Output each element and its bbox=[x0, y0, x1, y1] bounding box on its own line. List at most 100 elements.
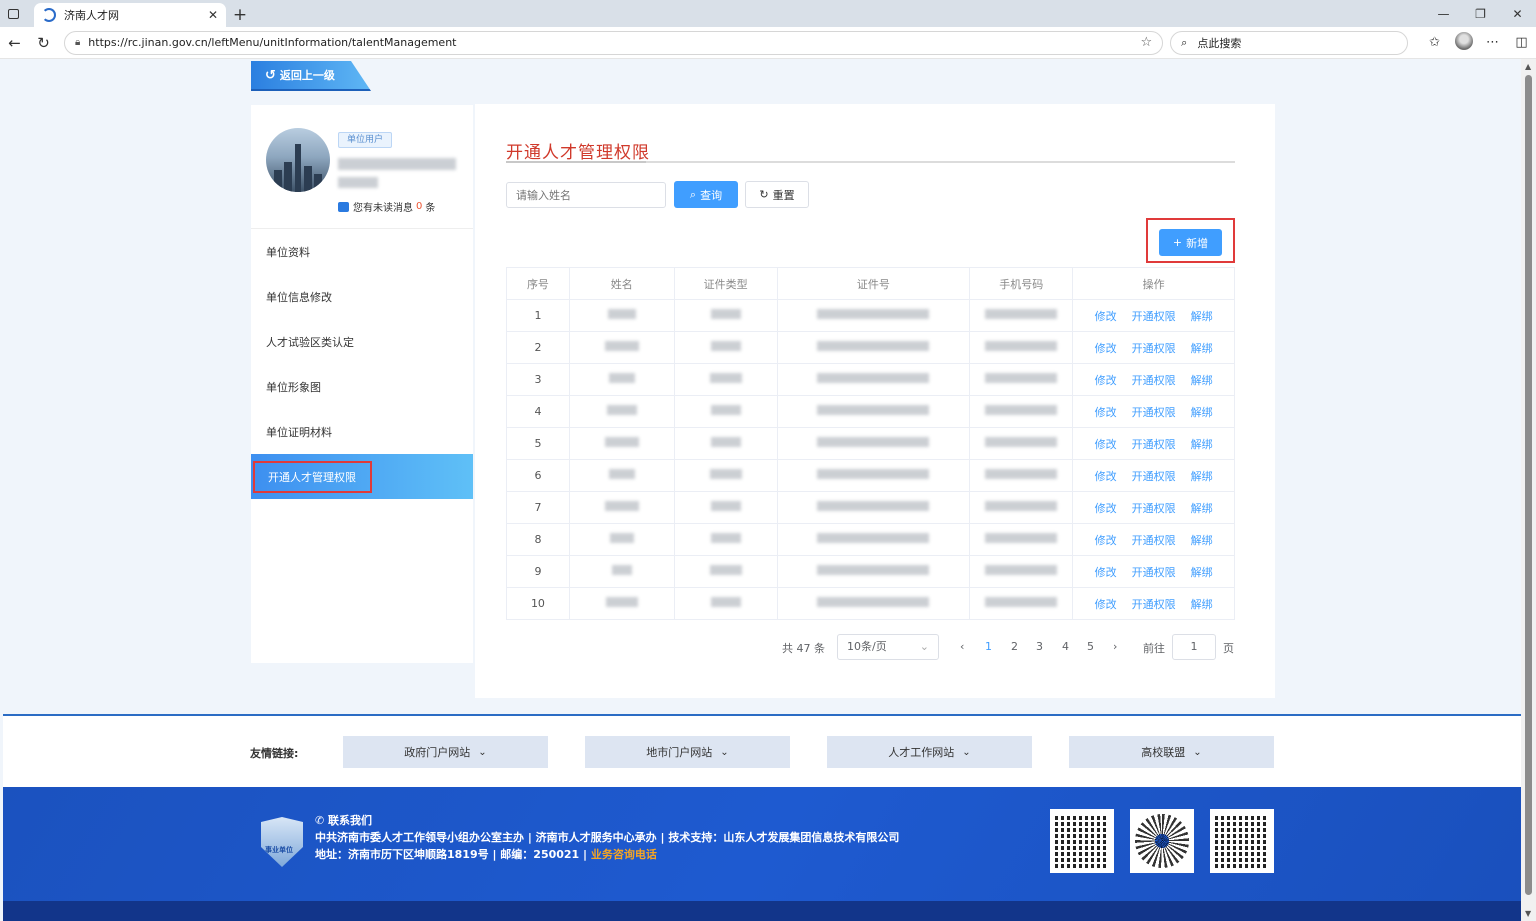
unbind-link[interactable]: 解绑 bbox=[1191, 436, 1213, 452]
edit-link[interactable]: 修改 bbox=[1095, 468, 1117, 484]
grant-permission-link[interactable]: 开通权限 bbox=[1132, 596, 1176, 612]
edit-link[interactable]: 修改 bbox=[1095, 500, 1117, 516]
page-scrollbar[interactable]: ▲ ▼ bbox=[1521, 59, 1536, 921]
cell-actions: 修改 开通权限 解绑 bbox=[1072, 459, 1235, 492]
cell-id-type-redacted bbox=[673, 587, 778, 620]
query-button[interactable]: ⌕ 查询 bbox=[674, 181, 738, 208]
edit-link[interactable]: 修改 bbox=[1095, 564, 1117, 580]
grant-permission-link[interactable]: 开通权限 bbox=[1132, 404, 1176, 420]
add-button[interactable]: + 新增 bbox=[1159, 229, 1222, 256]
page-title: 开通人才管理权限 bbox=[506, 143, 650, 163]
back-arrow-icon[interactable]: ← bbox=[0, 27, 29, 59]
city-portal-dropdown[interactable]: 地市门户网站 ⌄ bbox=[585, 736, 790, 768]
browser-toolbar: ✩ ⋯ ◫ bbox=[1420, 31, 1536, 54]
talent-site-dropdown[interactable]: 人才工作网站 ⌄ bbox=[827, 736, 1032, 768]
sidebar-toggle-icon[interactable]: ◫ bbox=[1507, 35, 1536, 50]
address-bar-row: ← ↻ 🔒︎ https://rc.jinan.gov.cn/leftMenu/… bbox=[0, 27, 1536, 59]
cell-id-type-redacted bbox=[673, 363, 778, 396]
favorite-star-icon[interactable]: ☆ bbox=[1141, 35, 1153, 50]
unbind-link[interactable]: 解绑 bbox=[1191, 564, 1213, 580]
page-suffix: 页 bbox=[1223, 642, 1234, 655]
grant-permission-link[interactable]: 开通权限 bbox=[1132, 436, 1176, 452]
unbind-link[interactable]: 解绑 bbox=[1191, 500, 1213, 516]
edit-link[interactable]: 修改 bbox=[1095, 596, 1117, 612]
sidebar-item-label: 开通人才管理权限 bbox=[253, 460, 372, 493]
sidebar-item-unit-image[interactable]: 单位形象图 bbox=[251, 364, 473, 409]
scrollbar-thumb[interactable] bbox=[1525, 75, 1532, 895]
browser-tab[interactable]: 济南人才网 ✕ bbox=[34, 3, 226, 27]
restore-button[interactable]: ❐ bbox=[1462, 0, 1499, 27]
sidebar-item-unit-info[interactable]: 单位资料 bbox=[251, 229, 473, 274]
sidebar-item-talent-zone[interactable]: 人才试验区类认定 bbox=[251, 319, 473, 364]
url-bar[interactable]: 🔒︎ https://rc.jinan.gov.cn/leftMenu/unit… bbox=[63, 30, 1164, 55]
scroll-down-icon[interactable]: ▼ bbox=[1525, 909, 1531, 918]
edit-link[interactable]: 修改 bbox=[1095, 436, 1117, 452]
sidebar-item-talent-permission[interactable]: 开通人才管理权限 bbox=[251, 454, 473, 499]
name-search-input[interactable] bbox=[506, 182, 666, 208]
cell-actions: 修改 开通权限 解绑 bbox=[1072, 555, 1235, 588]
favorites-icon[interactable]: ✩ bbox=[1420, 35, 1449, 50]
more-menu-icon[interactable]: ⋯ bbox=[1478, 35, 1507, 50]
cell-id-type-redacted bbox=[673, 555, 778, 588]
close-tab-icon[interactable]: ✕ bbox=[208, 8, 218, 22]
new-tab-button[interactable]: + bbox=[226, 3, 254, 27]
cell-actions: 修改 开通权限 解绑 bbox=[1072, 331, 1235, 364]
friend-links-label: 友情链接: bbox=[250, 747, 299, 760]
table-row: 9 修改 开通权限 解绑 bbox=[506, 555, 1235, 588]
back-button[interactable]: ↺ 返回上一级 bbox=[251, 61, 371, 91]
profile-card: 单位用户 您有未读消息 0 条 bbox=[251, 105, 473, 229]
footer-line-2: 地址：济南市历下区坤顺路1819号 | 邮编：250021 | 业务咨询电话 bbox=[315, 846, 657, 862]
back-button-label: 返回上一级 bbox=[279, 69, 335, 82]
reset-button[interactable]: ↻ 重置 bbox=[745, 181, 809, 208]
unbind-link[interactable]: 解绑 bbox=[1191, 468, 1213, 484]
page-size-select[interactable]: 10条/页 ⌄ bbox=[837, 634, 939, 660]
unread-messages[interactable]: 您有未读消息 0 条 bbox=[338, 199, 435, 214]
refresh-icon[interactable]: ↻ bbox=[29, 27, 58, 59]
unbind-link[interactable]: 解绑 bbox=[1191, 372, 1213, 388]
profile-avatar[interactable] bbox=[1449, 31, 1478, 54]
edit-link[interactable]: 修改 bbox=[1095, 308, 1117, 324]
grant-permission-link[interactable]: 开通权限 bbox=[1132, 308, 1176, 324]
cell-index: 10 bbox=[506, 587, 570, 620]
minimize-button[interactable]: — bbox=[1425, 0, 1462, 27]
unbind-link[interactable]: 解绑 bbox=[1191, 532, 1213, 548]
page-2[interactable]: 2 bbox=[1011, 640, 1018, 653]
hotline-link[interactable]: 业务咨询电话 bbox=[591, 848, 657, 861]
browser-tabbar: 济南人才网 ✕ + — ❐ ✕ bbox=[0, 0, 1536, 27]
sidebar-item-certificates[interactable]: 单位证明材料 bbox=[251, 409, 473, 454]
sidebar-item-edit-info[interactable]: 单位信息修改 bbox=[251, 274, 473, 319]
unbind-link[interactable]: 解绑 bbox=[1191, 596, 1213, 612]
grant-permission-link[interactable]: 开通权限 bbox=[1132, 468, 1176, 484]
unbind-link[interactable]: 解绑 bbox=[1191, 404, 1213, 420]
prev-page-icon[interactable]: ‹ bbox=[960, 640, 964, 653]
edit-link[interactable]: 修改 bbox=[1095, 372, 1117, 388]
grant-permission-link[interactable]: 开通权限 bbox=[1132, 372, 1176, 388]
cell-name-redacted bbox=[568, 427, 675, 460]
sidebar-menu: 单位资料 单位信息修改 人才试验区类认定 单位形象图 单位证明材料 开通人才管理… bbox=[251, 229, 473, 499]
edit-link[interactable]: 修改 bbox=[1095, 532, 1117, 548]
grant-permission-link[interactable]: 开通权限 bbox=[1132, 532, 1176, 548]
query-label: 查询 bbox=[700, 188, 723, 202]
page-3[interactable]: 3 bbox=[1036, 640, 1043, 653]
close-window-button[interactable]: ✕ bbox=[1499, 0, 1536, 27]
grant-permission-link[interactable]: 开通权限 bbox=[1132, 340, 1176, 356]
grant-permission-link[interactable]: 开通权限 bbox=[1132, 564, 1176, 580]
gov-portal-dropdown[interactable]: 政府门户网站 ⌄ bbox=[343, 736, 548, 768]
table-row: 4 修改 开通权限 解绑 bbox=[506, 395, 1235, 428]
goto-page-input[interactable]: 1 bbox=[1172, 634, 1216, 660]
page-5[interactable]: 5 bbox=[1087, 640, 1094, 653]
page-1[interactable]: 1 bbox=[985, 640, 992, 653]
browser-search-box[interactable]: ⌕ 点此搜索 bbox=[1170, 30, 1409, 55]
unbind-link[interactable]: 解绑 bbox=[1191, 340, 1213, 356]
window-menu-icon[interactable] bbox=[0, 0, 26, 27]
next-page-icon[interactable]: › bbox=[1113, 640, 1117, 653]
grant-permission-link[interactable]: 开通权限 bbox=[1132, 500, 1176, 516]
edit-link[interactable]: 修改 bbox=[1095, 404, 1117, 420]
edit-link[interactable]: 修改 bbox=[1095, 340, 1117, 356]
unbind-link[interactable]: 解绑 bbox=[1191, 308, 1213, 324]
scroll-up-icon[interactable]: ▲ bbox=[1525, 62, 1531, 71]
university-alliance-dropdown[interactable]: 高校联盟 ⌄ bbox=[1069, 736, 1274, 768]
cell-name-redacted bbox=[568, 523, 675, 556]
page-4[interactable]: 4 bbox=[1062, 640, 1069, 653]
cell-index: 6 bbox=[506, 459, 570, 492]
